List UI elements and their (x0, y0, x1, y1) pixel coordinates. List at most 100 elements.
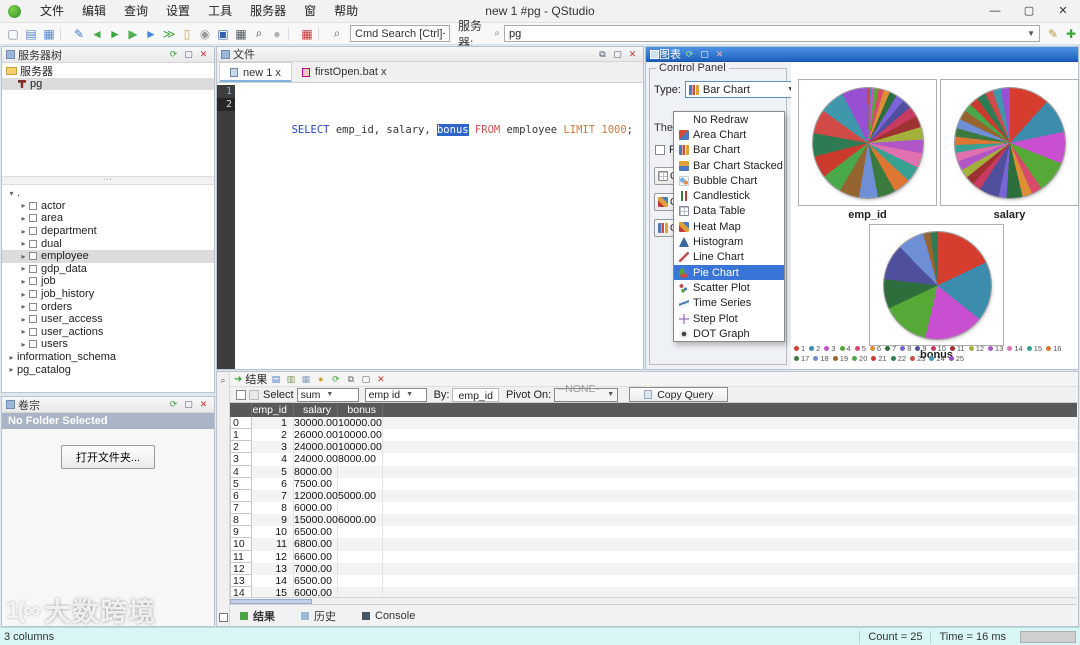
table-row[interactable]: 2 3 24000.00 10000.00 (230, 441, 1077, 453)
dropdown-item[interactable]: Bubble Chart (674, 173, 784, 188)
tree-collapsed-icon[interactable]: ▸ (18, 277, 29, 286)
tree-node-table[interactable]: ▸ job (2, 275, 214, 288)
refresh-icon[interactable]: ⟳ (167, 399, 180, 410)
table-row[interactable]: 13 14 6500.00 (230, 575, 1077, 587)
server-combobox[interactable]: pg ▼ (504, 25, 1040, 42)
dropdown-item[interactable]: Time Series (674, 296, 784, 311)
server-search-icon[interactable]: ⌕ (494, 28, 500, 39)
dropdown-item[interactable]: Bar Chart Stacked (674, 158, 784, 173)
close-icon[interactable]: ✕ (197, 399, 210, 410)
table-row[interactable]: 10 11 6800.00 (230, 538, 1077, 550)
run-query-icon[interactable]: ► (106, 25, 124, 43)
refresh-icon[interactable]: ⟳ (683, 49, 696, 60)
table-row[interactable]: 7 8 6000.00 (230, 502, 1077, 514)
table-row[interactable]: 4 5 8000.00 (230, 466, 1077, 478)
table-row[interactable]: 12 13 7000.00 (230, 563, 1077, 575)
copy-result-icon[interactable]: ▦ (299, 374, 312, 385)
separator[interactable] (288, 27, 295, 41)
dropdown-item[interactable]: No Redraw (674, 112, 784, 127)
edit-icon[interactable]: ✎ (70, 25, 88, 43)
dropdown-item[interactable]: Step Plot (674, 311, 784, 326)
column-header[interactable]: salary (294, 403, 338, 417)
stop-icon[interactable]: ◉ (196, 25, 214, 43)
refresh-icon[interactable]: ⟳ (329, 374, 342, 385)
tree-expanded-icon[interactable]: ▾ (6, 189, 17, 198)
tree-collapsed-icon[interactable]: ▸ (18, 290, 29, 299)
tree-node-table[interactable]: ▸ gdp_data (2, 263, 214, 276)
editor-tab[interactable]: new 1 x (219, 62, 292, 82)
separator[interactable] (60, 27, 67, 41)
table-row[interactable]: 6 7 12000.00 5000.00 (230, 490, 1077, 502)
close-button[interactable]: ✕ (1046, 0, 1080, 23)
dropdown-item[interactable]: DOT Graph (674, 326, 784, 341)
dropdown-item[interactable]: Histogram (674, 234, 784, 249)
pivot-select[interactable]: --NONE--▼ (554, 388, 618, 402)
menu-item[interactable]: 工具 (199, 0, 241, 23)
tree-node-schema[interactable]: ▸ information_schema (2, 351, 214, 364)
tree-node-root[interactable]: ▾ . (2, 187, 214, 200)
dropdown-item[interactable]: Pie Chart (674, 265, 784, 280)
save-icon[interactable]: ▦ (40, 25, 58, 43)
tree-node-table[interactable]: ▸ users (2, 338, 214, 351)
maximize-icon[interactable]: ▢ (182, 399, 195, 410)
float-icon[interactable]: ⧉ (344, 374, 357, 385)
paste-icon[interactable]: ▯ (178, 25, 196, 43)
tree-collapsed-icon[interactable]: ▸ (18, 239, 29, 248)
dropdown-item[interactable]: Line Chart (674, 250, 784, 265)
table-row[interactable]: 11 12 6600.00 (230, 551, 1077, 563)
column-header[interactable]: emp_id (252, 403, 294, 417)
edit-server-icon[interactable]: ✎ (1044, 25, 1062, 43)
tree-collapsed-icon[interactable]: ▸ (18, 327, 29, 336)
tree-node-table[interactable]: ▸ job_history (2, 288, 214, 301)
coin-icon[interactable]: ● (314, 374, 327, 384)
bottom-tab[interactable]: 历史 (301, 608, 336, 624)
tree-node-table[interactable]: ▸ orders (2, 300, 214, 313)
tree-splitter[interactable]: ⋯ (2, 176, 214, 185)
menu-item[interactable]: 帮助 (325, 0, 367, 23)
new-file-icon[interactable]: ▢ (4, 25, 22, 43)
column-select[interactable]: emp id▼ (365, 388, 427, 402)
menu-item[interactable]: 设置 (157, 0, 199, 23)
close-icon[interactable]: ✕ (713, 49, 726, 60)
dock-icon[interactable] (219, 613, 228, 622)
tree-node-table[interactable]: ▸ department (2, 225, 214, 238)
tree-node-table[interactable]: ▸ user_access (2, 313, 214, 326)
by-field[interactable]: emp_id (452, 388, 498, 402)
maximize-icon[interactable]: ▢ (182, 49, 195, 60)
tree-collapsed-icon[interactable]: ▸ (18, 264, 29, 273)
tree-node-table[interactable]: ▸ dual (2, 237, 214, 250)
tree-node-table[interactable]: ▸ employee (2, 250, 214, 263)
tree-collapsed-icon[interactable]: ▸ (18, 340, 29, 349)
copy-query-button[interactable]: Copy Query (629, 387, 728, 402)
table-row[interactable]: 8 9 15000.00 6000.00 (230, 514, 1077, 526)
open-file-icon[interactable]: ▤ (22, 25, 40, 43)
dropdown-item[interactable]: Scatter Plot (674, 280, 784, 295)
chart-panel-icon[interactable]: ▦ (298, 25, 316, 43)
tree-node-server-pg[interactable]: pg (2, 78, 214, 91)
editor-panel-icon[interactable]: ▣ (214, 25, 232, 43)
pie-chart-emp-id[interactable] (813, 88, 923, 198)
table-row[interactable]: 0 1 30000.00 10000.00 (230, 417, 1077, 429)
add-server-icon[interactable]: ✚ (1062, 25, 1080, 43)
sql-editor[interactable]: 12 SELECT emp_id, salary, bonus FROM emp… (217, 85, 643, 369)
table-row[interactable]: 9 10 6500.00 (230, 526, 1077, 538)
column-header[interactable]: bonus (338, 403, 383, 417)
maximize-icon[interactable]: ▢ (611, 49, 624, 60)
pie-chart-salary[interactable] (955, 88, 1065, 198)
run-all-icon[interactable]: ≫ (160, 25, 178, 43)
table-row[interactable]: 1 2 26000.00 10000.00 (230, 429, 1077, 441)
horizontal-scrollbar[interactable] (230, 597, 1077, 604)
server-console-icon[interactable]: ▦ (232, 25, 250, 43)
tree-collapsed-icon[interactable]: ▸ (18, 214, 29, 223)
save-result-icon[interactable]: ▥ (284, 374, 297, 385)
checkbox-icon[interactable] (655, 145, 665, 155)
find-server-icon[interactable]: ⌕ (250, 25, 268, 43)
cmd-search-input[interactable] (350, 25, 450, 42)
maximize-icon[interactable]: ▢ (359, 374, 372, 385)
close-icon[interactable]: ✕ (374, 374, 387, 385)
maximize-icon[interactable]: ▢ (698, 49, 711, 60)
close-icon[interactable]: ✕ (197, 49, 210, 60)
pie-chart-bonus[interactable] (884, 232, 991, 339)
tree-collapsed-icon[interactable]: ▸ (6, 353, 17, 362)
menu-item[interactable]: 服务器 (241, 0, 295, 23)
